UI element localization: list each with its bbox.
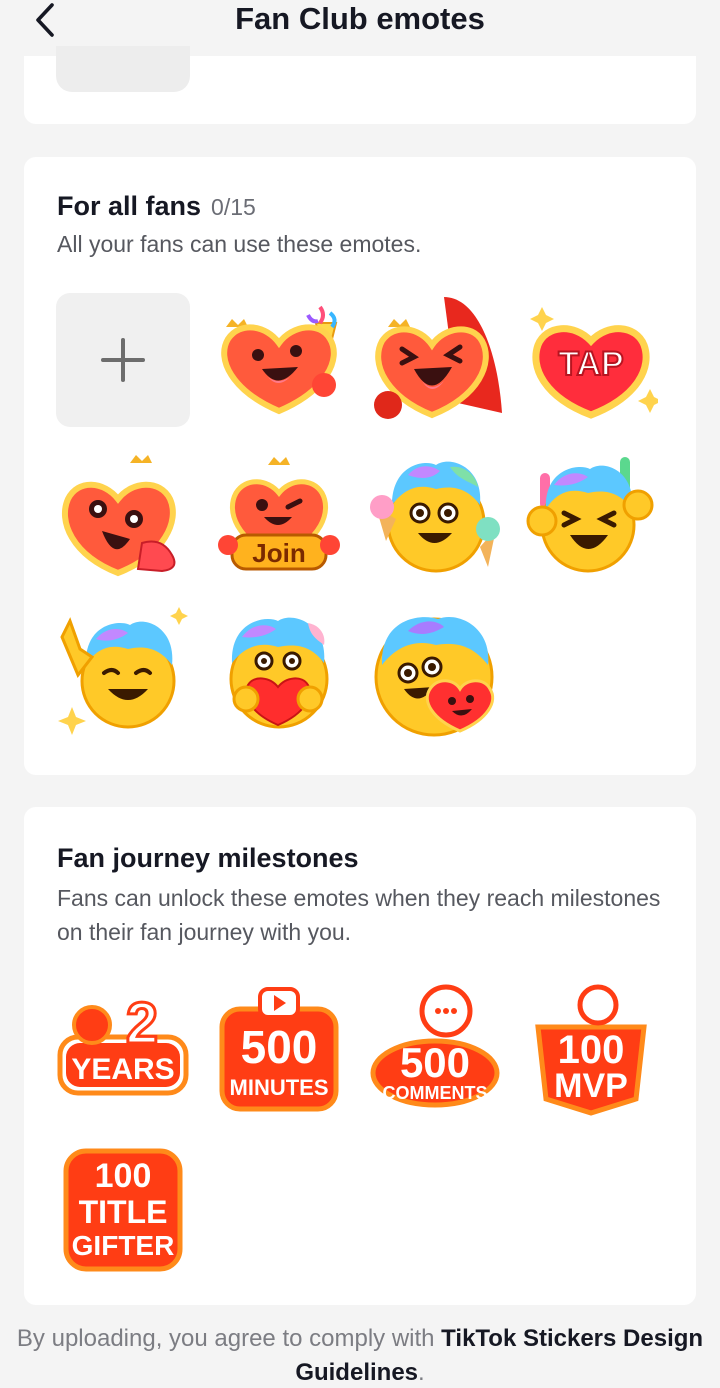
rainbow-hair-pointing-icon	[58, 607, 188, 735]
hundred-title-gifter-badge-icon: 100 TITLE GIFTER	[63, 1148, 183, 1272]
emote-heart-party-popper[interactable]	[212, 293, 346, 427]
emote-count: 0/15	[211, 194, 256, 220]
page-title: Fan Club emotes	[235, 1, 485, 36]
badge-top-text: 100	[95, 1157, 152, 1195]
badge-bottom-text: MVP	[554, 1067, 628, 1105]
badge-bottom-text: COMMENTS	[383, 1083, 488, 1103]
section-title: For all fans 0/15	[57, 191, 256, 222]
heart-star-eyes-clapping-icon	[61, 455, 176, 577]
milestone-100-title-gifter[interactable]: 100 TITLE GIFTER	[56, 1143, 190, 1277]
milestone-500-minutes[interactable]: 500 MINUTES	[212, 983, 346, 1117]
footer-text: By uploading, you agree to comply with	[16, 1325, 435, 1352]
rainbow-hair-cheering-icon	[526, 457, 654, 573]
tap-heart-icon: TAP	[530, 307, 658, 419]
emote-join-heart[interactable]: Join	[212, 449, 346, 583]
heart-laughing-cape-icon	[374, 297, 502, 419]
fan-journey-milestones-card: Fan journey milestones Fans can unlock t…	[24, 807, 696, 1305]
milestone-100-mvp[interactable]: 100 MVP	[524, 983, 658, 1117]
badge-middle-text: TITLE	[79, 1194, 168, 1230]
heart-party-popper-icon	[221, 305, 338, 415]
previous-section-card	[24, 46, 696, 124]
section-description: Fans can unlock these emotes when they r…	[57, 885, 661, 945]
rainbow-hair-ice-cream-icon	[370, 461, 500, 573]
emote-tile-partial[interactable]	[56, 46, 190, 92]
emote-rainbow-ice-cream[interactable]	[368, 449, 502, 583]
section-description: All your fans can use these emotes.	[57, 231, 422, 257]
heart-join-wink-icon: Join	[218, 457, 340, 571]
badge-top-text: 500	[241, 1021, 318, 1073]
tap-text: TAP	[558, 345, 623, 383]
rainbow-hair-heart-hug-icon	[229, 617, 329, 729]
top-bar: Fan Club emotes	[0, 0, 720, 40]
footer-end: .	[418, 1359, 425, 1386]
emote-tap-heart[interactable]: TAP	[524, 293, 658, 427]
add-emote-button[interactable]	[56, 293, 190, 427]
badge-top-text: 100	[558, 1028, 625, 1072]
join-text: Join	[252, 538, 305, 568]
five-hundred-comments-badge-icon: 500 COMMENTS	[370, 984, 500, 1108]
badge-bottom-text: GIFTER	[72, 1230, 175, 1261]
hundred-mvp-badge-icon: 100 MVP	[535, 984, 647, 1116]
emote-rainbow-cheering[interactable]	[524, 449, 658, 583]
emote-rainbow-heart-hug[interactable]	[212, 605, 346, 739]
badge-top-text: 500	[400, 1039, 470, 1086]
emote-heart-star-eyes[interactable]	[56, 449, 190, 583]
rainbow-hair-with-heart-friend-icon	[374, 616, 495, 737]
section-title-text: For all fans	[57, 191, 202, 221]
five-hundred-minutes-badge-icon: 500 MINUTES	[219, 987, 339, 1112]
for-all-fans-card: For all fans 0/15 All your fans can use t…	[24, 157, 696, 775]
emote-heart-laughing-cape[interactable]	[368, 293, 502, 427]
footer-notice: By uploading, you agree to comply with T…	[0, 1322, 720, 1388]
badge-top-text: 2	[126, 991, 158, 1056]
section-title: Fan journey milestones	[57, 843, 359, 873]
badge-bottom-text: MINUTES	[230, 1075, 329, 1100]
milestone-2-years[interactable]: 2 YEARS	[56, 983, 190, 1117]
badge-bottom-text: YEARS	[71, 1053, 174, 1086]
two-years-badge-icon: 2 YEARS	[57, 990, 189, 1096]
emote-rainbow-heart-friend[interactable]	[368, 605, 502, 739]
milestone-500-comments[interactable]: 500 COMMENTS	[368, 983, 502, 1117]
emote-rainbow-pointing[interactable]	[56, 605, 190, 739]
